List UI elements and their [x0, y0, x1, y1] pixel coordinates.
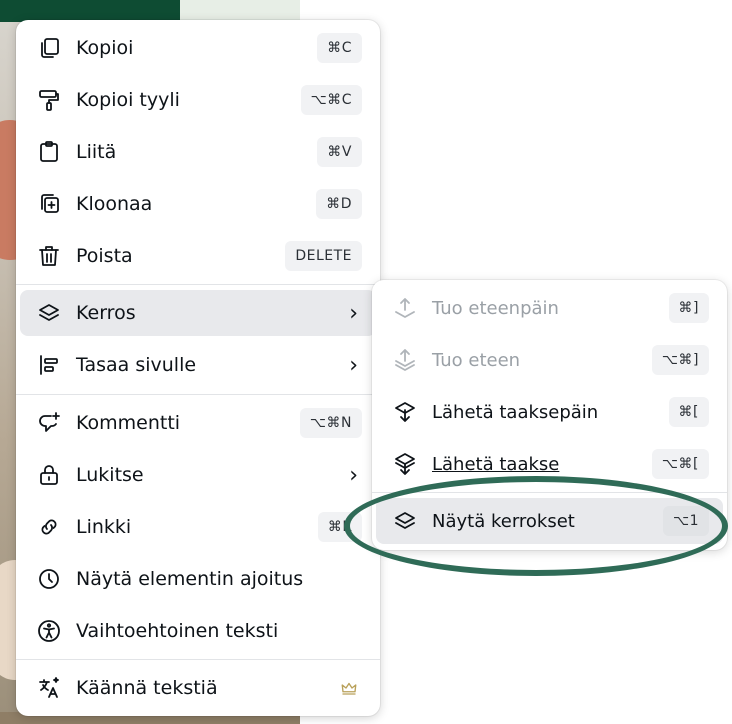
menu-item-copy-style[interactable]: Kopioi tyyli ⌥⌘C — [20, 77, 376, 123]
lock-icon — [36, 462, 62, 488]
submenu-item-label: Lähetä taaksepäin — [432, 401, 599, 423]
menu-item-layer[interactable]: Kerros › — [20, 290, 376, 336]
menu-item-show-timing[interactable]: Näytä elementin ajoitus — [20, 556, 376, 602]
menu-item-translate[interactable]: Käännä tekstiä — [20, 665, 376, 711]
menu-item-comment[interactable]: Kommentti ⌥⌘N — [20, 400, 376, 446]
menu-item-label: Tasaa sivulle — [76, 354, 197, 376]
menu-item-paste[interactable]: Liitä ⌘V — [20, 129, 376, 175]
crown-icon — [340, 679, 358, 697]
bring-to-front-icon — [392, 347, 418, 373]
menu-item-label: Kopioi — [76, 37, 134, 59]
submenu-item-send-to-back[interactable]: Lähetä taakse ⌥⌘[ — [376, 441, 723, 487]
context-menu: Kopioi ⌘C Kopioi tyyli ⌥⌘C Liitä ⌘V Kloo… — [16, 20, 380, 716]
shortcut-badge: ⌘] — [668, 293, 709, 323]
layers-icon — [36, 300, 62, 326]
trash-icon — [36, 243, 62, 269]
shortcut-badge: ⌘D — [316, 189, 362, 219]
chevron-right-icon: › — [349, 462, 358, 488]
submenu-item-label: Lähetä taakse — [432, 453, 560, 475]
copy-icon — [36, 35, 62, 61]
menu-item-label: Kopioi tyyli — [76, 89, 180, 111]
submenu-divider — [372, 492, 727, 493]
send-to-back-icon — [392, 451, 418, 477]
submenu-item-bring-forward[interactable]: Tuo eteenpäin ⌘] — [376, 285, 723, 331]
shortcut-badge: ⌥⌘C — [300, 85, 362, 115]
menu-item-label: Kerros — [76, 302, 136, 324]
clock-icon — [36, 566, 62, 592]
chevron-right-icon: › — [349, 352, 358, 378]
submenu-item-send-backward[interactable]: Lähetä taaksepäin ⌘[ — [376, 389, 723, 435]
layer-submenu: Tuo eteenpäin ⌘] Tuo eteen ⌥⌘] Lähetä ta… — [372, 280, 727, 550]
menu-item-label: Poista — [76, 245, 133, 267]
menu-divider — [16, 394, 380, 395]
shortcut-badge: ⌥⌘] — [651, 345, 709, 375]
menu-item-label: Liitä — [76, 141, 117, 163]
bring-forward-icon — [392, 295, 418, 321]
shortcut-badge: ⌘V — [317, 137, 362, 167]
shortcut-badge: ⌥1 — [662, 506, 709, 536]
shortcut-badge: ⌥⌘[ — [651, 449, 709, 479]
shortcut-badge: ⌥⌘N — [299, 408, 362, 438]
submenu-item-show-layers[interactable]: Näytä kerrokset ⌥1 — [376, 498, 723, 544]
clipboard-icon — [36, 139, 62, 165]
menu-item-align-to-page[interactable]: Tasaa sivulle › — [20, 342, 376, 388]
menu-item-link[interactable]: Linkki ⌘K — [20, 504, 376, 550]
shortcut-badge: DELETE — [285, 241, 362, 271]
menu-item-label: Vaihtoehtoinen teksti — [76, 620, 279, 642]
send-backward-icon — [392, 399, 418, 425]
shortcut-badge: ⌘[ — [668, 397, 709, 427]
menu-item-copy[interactable]: Kopioi ⌘C — [20, 25, 376, 71]
submenu-item-bring-to-front[interactable]: Tuo eteen ⌥⌘] — [376, 337, 723, 383]
shortcut-badge: ⌘C — [317, 33, 362, 63]
align-left-icon — [36, 352, 62, 378]
menu-item-alt-text[interactable]: Vaihtoehtoinen teksti — [20, 608, 376, 654]
menu-item-delete[interactable]: Poista DELETE — [20, 233, 376, 279]
paint-roller-icon — [36, 87, 62, 113]
layers-icon — [392, 508, 418, 534]
menu-item-lock[interactable]: Lukitse › — [20, 452, 376, 498]
menu-item-label: Kloonaa — [76, 193, 153, 215]
submenu-item-label: Tuo eteenpäin — [432, 297, 559, 319]
menu-item-duplicate[interactable]: Kloonaa ⌘D — [20, 181, 376, 227]
chevron-right-icon: › — [349, 300, 358, 326]
link-icon — [36, 514, 62, 540]
shortcut-badge: ⌘K — [317, 512, 362, 542]
comment-add-icon — [36, 410, 62, 436]
submenu-item-label: Tuo eteen — [432, 349, 521, 371]
duplicate-icon — [36, 191, 62, 217]
translate-icon — [36, 675, 62, 701]
menu-item-label: Näytä elementin ajoitus — [76, 568, 304, 590]
menu-divider — [16, 284, 380, 285]
submenu-item-label: Näytä kerrokset — [432, 510, 575, 532]
accessibility-icon — [36, 618, 62, 644]
menu-item-label: Lukitse — [76, 464, 144, 486]
menu-item-label: Kommentti — [76, 412, 181, 434]
menu-item-label: Käännä tekstiä — [76, 677, 218, 699]
menu-divider — [16, 659, 380, 660]
menu-item-label: Linkki — [76, 516, 132, 538]
